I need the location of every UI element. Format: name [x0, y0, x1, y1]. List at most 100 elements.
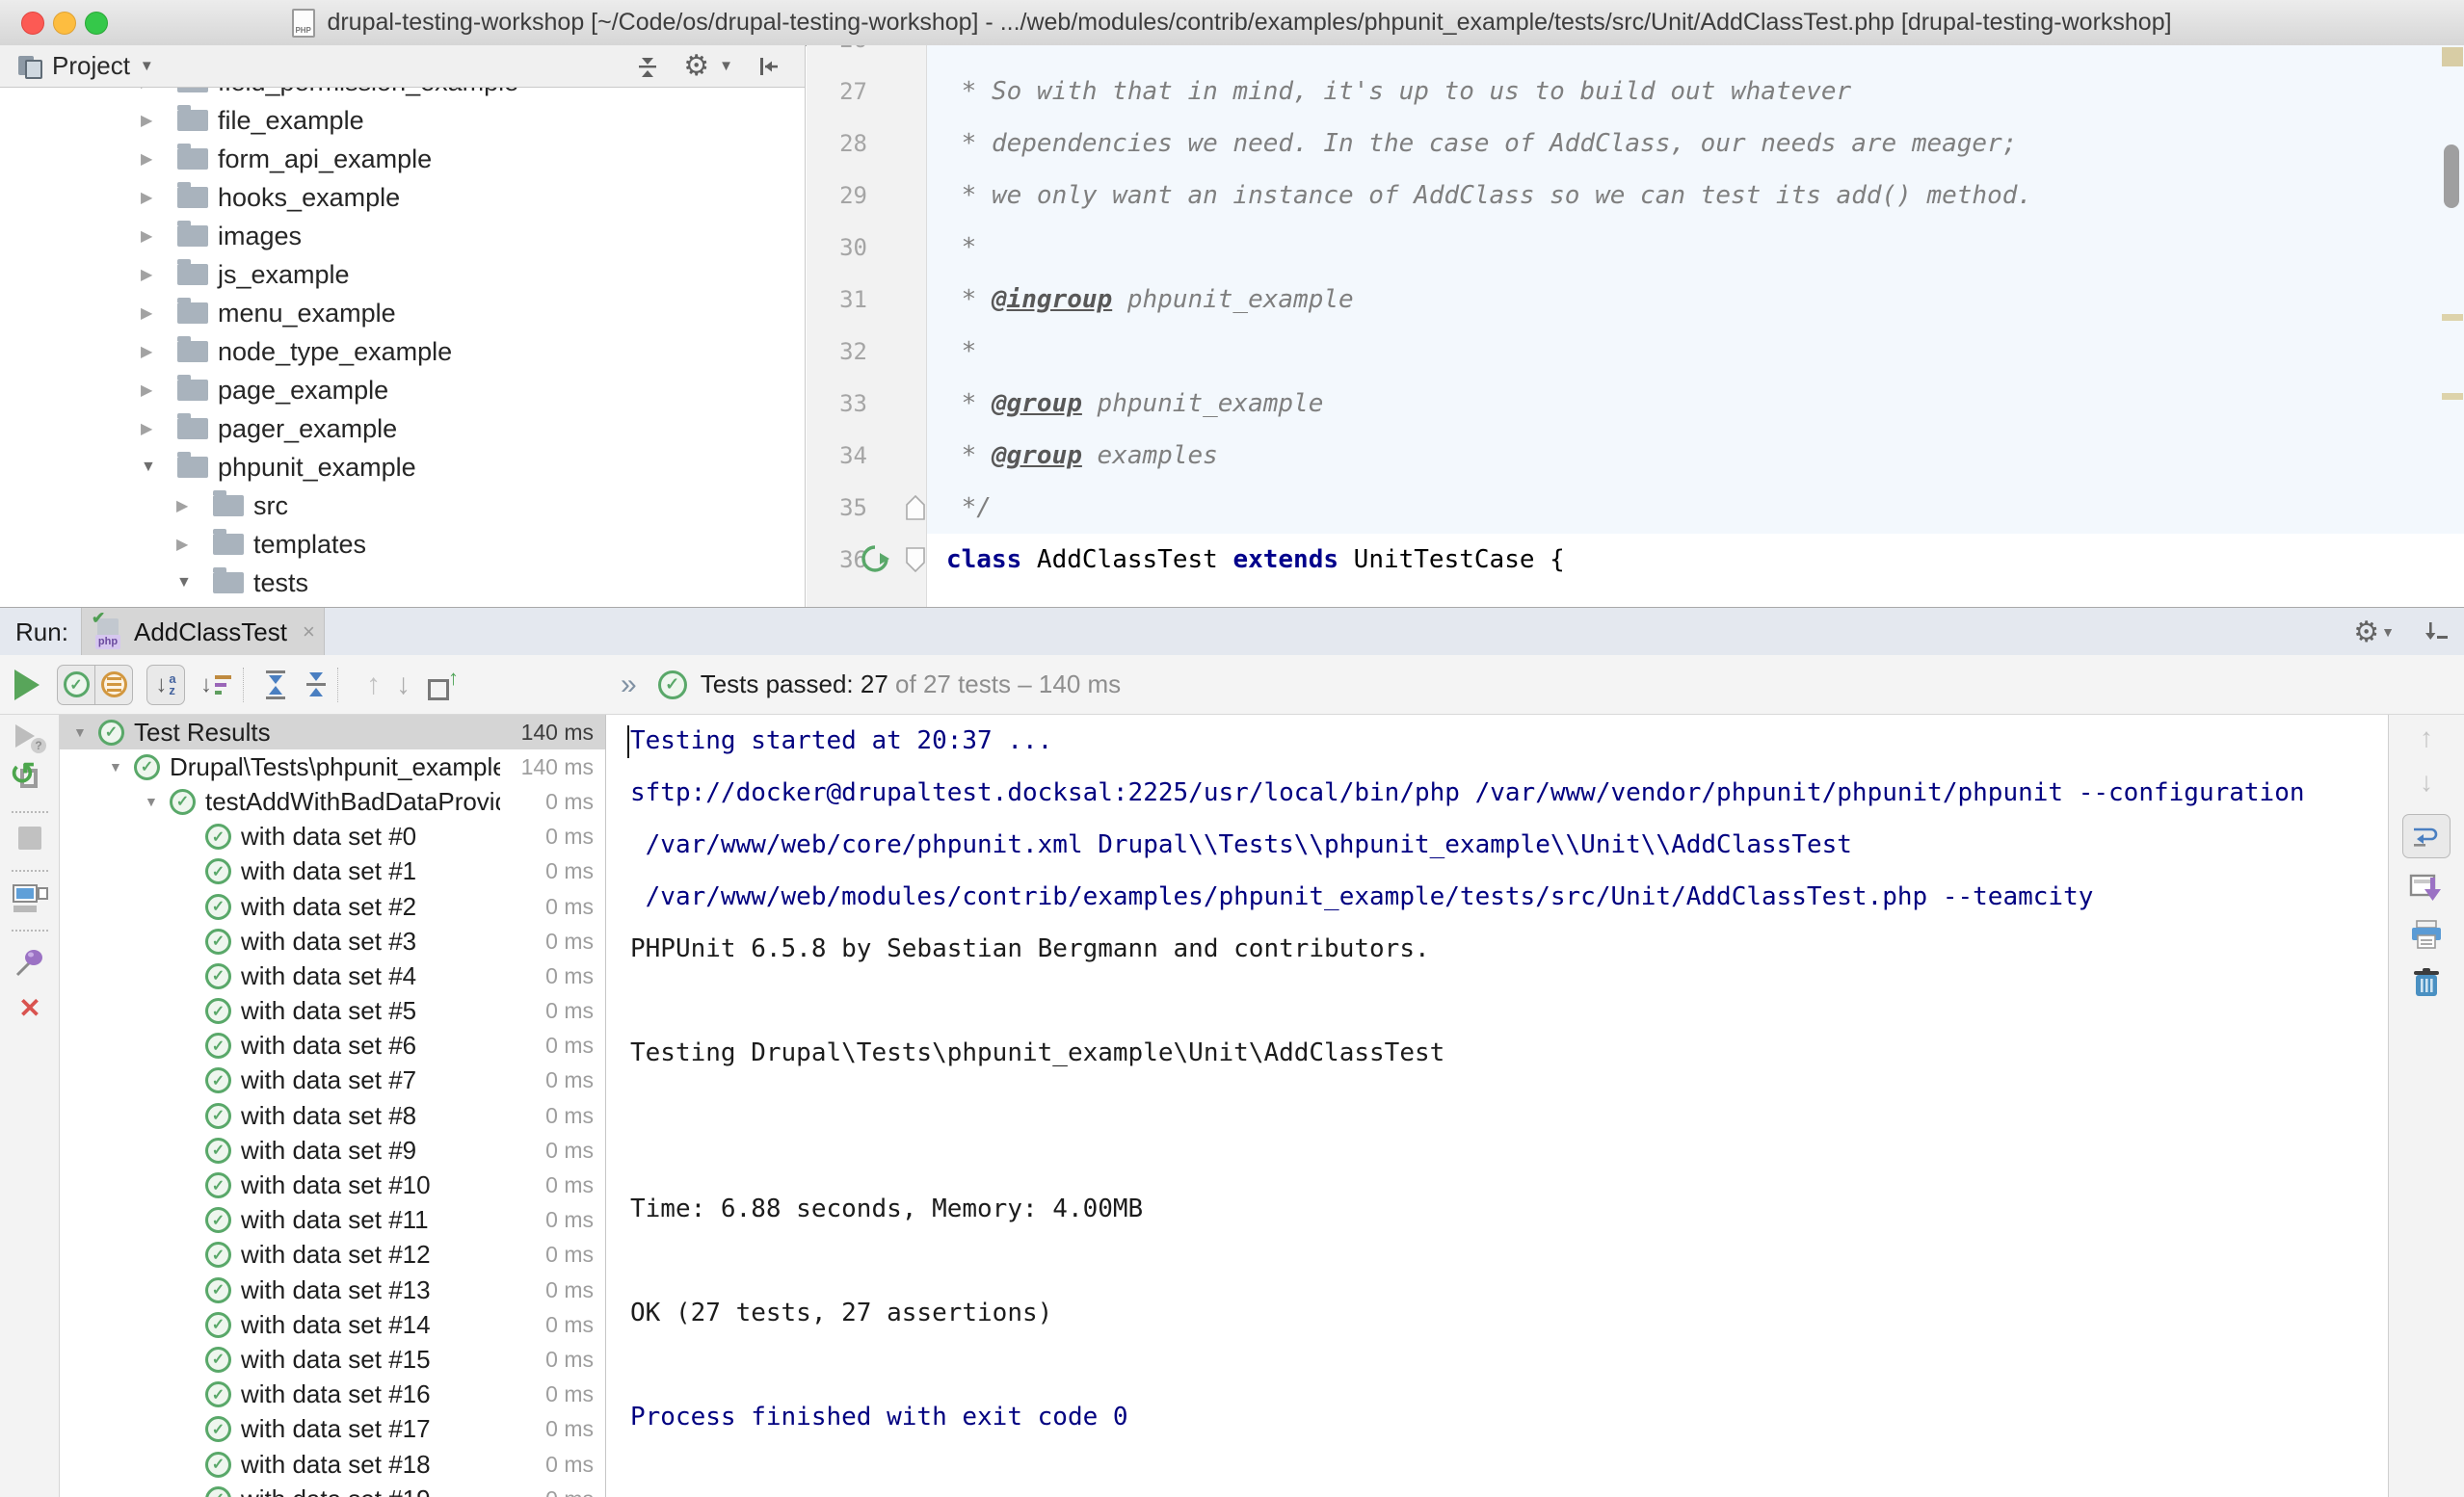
- zoom-button[interactable]: [85, 12, 108, 35]
- editor-line[interactable]: 34 * @group examples: [807, 430, 2464, 482]
- project-panel-title[interactable]: Project: [52, 51, 130, 81]
- editor-line[interactable]: 31 * @ingroup phpunit_example: [807, 274, 2464, 326]
- editor-line[interactable]: 36class AddClassTest extends UnitTestCas…: [807, 534, 2464, 586]
- project-tree-item[interactable]: ▶templates: [0, 525, 805, 564]
- editor-scrollbar-thumb[interactable]: [2444, 144, 2459, 208]
- close-button[interactable]: [21, 12, 44, 35]
- show-ignored-toggle[interactable]: [94, 665, 133, 705]
- hide-panel-icon[interactable]: [2424, 617, 2451, 648]
- print-icon[interactable]: [2389, 920, 2464, 951]
- editor-line[interactable]: 33 * @group phpunit_example: [807, 378, 2464, 430]
- sort-alphabetically-toggle[interactable]: ↓az: [146, 665, 185, 705]
- editor[interactable]: 2627 * So with that in mind, it's up to …: [807, 45, 2464, 607]
- chevron-collapsed-icon[interactable]: ▶: [176, 535, 201, 554]
- more-chevron-icon[interactable]: »: [621, 669, 637, 701]
- project-tree-item[interactable]: ▶file_example: [0, 101, 805, 140]
- test-tree-row[interactable]: ▼✓testAddWithBadDataProvider0 ms: [60, 784, 605, 819]
- run-tab-addclasstest[interactable]: php✔ AddClassTest ×: [81, 608, 325, 656]
- test-tree-row[interactable]: ✓with data set #190 ms: [60, 1482, 605, 1497]
- test-tree-row[interactable]: ✓with data set #00 ms: [60, 820, 605, 854]
- editor-line[interactable]: 26: [807, 45, 2464, 66]
- project-tree-item[interactable]: ▶js_example: [0, 255, 805, 294]
- project-tree-item[interactable]: ▼phpunit_example: [0, 448, 805, 486]
- rerun-icon[interactable]: ↺: [0, 761, 60, 798]
- test-tree-row[interactable]: ▼✓Drupal\Tests\phpunit_example140 ms: [60, 749, 605, 784]
- project-tree-item[interactable]: ▼tests: [0, 564, 805, 602]
- test-tree-row[interactable]: ✓with data set #70 ms: [60, 1064, 605, 1098]
- next-occurrence-icon[interactable]: ↓: [396, 669, 411, 701]
- project-tree-item[interactable]: ▶hooks_example: [0, 178, 805, 217]
- test-tree-row[interactable]: ✓with data set #160 ms: [60, 1378, 605, 1412]
- up-arrow-icon[interactable]: ↑: [2389, 722, 2464, 753]
- editor-line[interactable]: 32 *: [807, 326, 2464, 378]
- test-tree-row[interactable]: ✓with data set #130 ms: [60, 1273, 605, 1307]
- chevron-collapsed-icon[interactable]: ▶: [141, 303, 166, 323]
- soft-wrap-toggle[interactable]: [2389, 814, 2464, 858]
- test-tree-row[interactable]: ✓with data set #60 ms: [60, 1029, 605, 1064]
- project-tree-item[interactable]: ▶menu_example: [0, 294, 805, 332]
- collapse-all-icon[interactable]: [306, 672, 326, 696]
- chevron-expanded-icon[interactable]: ▼: [145, 794, 170, 809]
- chevron-expanded-icon[interactable]: ▼: [73, 724, 98, 740]
- chevron-expanded-icon[interactable]: ▼: [176, 574, 201, 591]
- expand-all-icon[interactable]: [266, 670, 285, 699]
- project-tree-item[interactable]: ▶pager_example: [0, 409, 805, 448]
- chevron-collapsed-icon[interactable]: ▶: [141, 342, 166, 361]
- test-tree-row[interactable]: ▼✓Test Results140 ms: [60, 715, 605, 749]
- test-tree-row[interactable]: ✓with data set #10 ms: [60, 854, 605, 889]
- down-arrow-icon[interactable]: ↓: [2389, 767, 2464, 798]
- chevron-collapsed-icon[interactable]: ▶: [141, 111, 166, 130]
- gear-icon[interactable]: ⚙▼: [2353, 616, 2395, 649]
- close-icon[interactable]: ✕: [0, 992, 60, 1024]
- test-tree-row[interactable]: ✓with data set #150 ms: [60, 1342, 605, 1377]
- test-tree-row[interactable]: ✓with data set #50 ms: [60, 994, 605, 1029]
- project-tree-item[interactable]: ▶form_api_example: [0, 140, 805, 178]
- editor-line[interactable]: 29 * we only want an instance of AddClas…: [807, 170, 2464, 222]
- chevron-collapsed-icon[interactable]: ▶: [141, 226, 166, 246]
- restore-layout-icon[interactable]: [0, 883, 60, 914]
- project-tree-item[interactable]: ▶field_permission_example: [0, 88, 805, 101]
- previous-occurrence-icon[interactable]: ↑: [366, 669, 381, 701]
- chevron-expanded-icon[interactable]: ▼: [141, 459, 166, 476]
- chevron-collapsed-icon[interactable]: ▶: [141, 149, 166, 169]
- scroll-to-end-icon[interactable]: [2389, 872, 2464, 905]
- hide-panel-icon[interactable]: [756, 54, 782, 79]
- project-tree-item[interactable]: ▶node_type_example: [0, 332, 805, 371]
- chevron-down-icon[interactable]: ▼: [140, 58, 154, 74]
- chevron-collapsed-icon[interactable]: ▶: [141, 188, 166, 207]
- editor-line[interactable]: 30 *: [807, 222, 2464, 274]
- editor-line[interactable]: 27 * So with that in mind, it's up to us…: [807, 66, 2464, 118]
- test-tree-row[interactable]: ✓with data set #120 ms: [60, 1238, 605, 1273]
- clear-all-icon[interactable]: [2389, 966, 2464, 999]
- test-tree-row[interactable]: ✓with data set #140 ms: [60, 1307, 605, 1342]
- test-tree-row[interactable]: ✓with data set #110 ms: [60, 1203, 605, 1238]
- project-tree-item[interactable]: ▶page_example: [0, 371, 805, 409]
- chevron-collapsed-icon[interactable]: ▶: [141, 265, 166, 284]
- chevron-collapsed-icon[interactable]: ▶: [141, 88, 166, 92]
- test-tree-row[interactable]: ✓with data set #40 ms: [60, 959, 605, 993]
- test-tree-row[interactable]: ✓with data set #80 ms: [60, 1098, 605, 1133]
- import-export-test-results-icon[interactable]: ↑: [428, 670, 457, 700]
- run-console[interactable]: Testing started at 20:37 ...sftp://docke…: [606, 715, 2388, 1497]
- test-tree-row[interactable]: ✓with data set #20 ms: [60, 889, 605, 924]
- close-tab-icon[interactable]: ×: [303, 619, 315, 644]
- test-tree-row[interactable]: ✓with data set #90 ms: [60, 1133, 605, 1168]
- chevron-collapsed-icon[interactable]: ▶: [176, 496, 201, 515]
- test-tree-row[interactable]: ✓with data set #100 ms: [60, 1168, 605, 1202]
- gear-icon[interactable]: ⚙▼: [683, 49, 733, 83]
- chevron-collapsed-icon[interactable]: ▶: [141, 381, 166, 400]
- chevron-expanded-icon[interactable]: ▼: [109, 759, 134, 775]
- chevron-collapsed-icon[interactable]: ▶: [141, 419, 166, 438]
- show-passed-toggle[interactable]: ✓: [57, 665, 95, 705]
- project-tree-item[interactable]: ▶images: [0, 217, 805, 255]
- run-test-gutter-icon[interactable]: [861, 544, 889, 578]
- minimize-button[interactable]: [53, 12, 76, 35]
- project-tree-item[interactable]: ▶src: [0, 486, 805, 525]
- test-tree-row[interactable]: ✓with data set #30 ms: [60, 924, 605, 959]
- editor-line[interactable]: 28 * dependencies we need. In the case o…: [807, 118, 2464, 170]
- collapse-arrows-icon[interactable]: [635, 54, 660, 79]
- editor-line[interactable]: 35 */: [807, 482, 2464, 534]
- pin-tab-icon[interactable]: [0, 946, 60, 979]
- fold-end-icon[interactable]: [905, 494, 926, 526]
- sort-by-duration-icon[interactable]: ↓: [200, 671, 231, 698]
